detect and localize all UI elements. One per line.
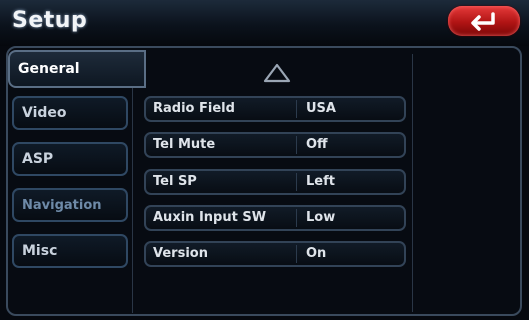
setting-label: Tel SP [153, 174, 197, 189]
tab-asp[interactable]: ASP [12, 142, 128, 176]
page-title: Setup [12, 8, 88, 33]
row-divider [296, 173, 297, 191]
row-divider [296, 136, 297, 154]
setting-value: USA [306, 101, 336, 116]
back-button[interactable] [448, 6, 520, 36]
row-divider [296, 209, 297, 227]
return-arrow-icon [471, 12, 495, 31]
tab-general[interactable]: General [8, 50, 146, 88]
row-divider [296, 100, 297, 118]
setting-row-radio-field[interactable]: Radio Field USA [144, 96, 406, 122]
title-bar: Setup [0, 0, 529, 46]
setting-row-auxin-input-sw[interactable]: Auxin Input SW Low [144, 205, 406, 231]
setting-value: Low [306, 210, 336, 225]
setting-row-version[interactable]: Version On [144, 241, 406, 267]
row-divider [296, 245, 297, 263]
setting-label: Version [153, 246, 208, 261]
tab-navigation[interactable]: Navigation [12, 188, 128, 222]
setting-value: On [306, 246, 327, 261]
tab-misc[interactable]: Misc [12, 234, 128, 268]
triangle-up-icon[interactable] [262, 62, 292, 84]
setting-value: Off [306, 137, 328, 152]
tab-video[interactable]: Video [12, 96, 128, 130]
setting-value: Left [306, 174, 335, 189]
setting-label: Auxin Input SW [153, 210, 267, 225]
setting-label: Tel Mute [153, 137, 216, 152]
setting-label: Radio Field [153, 101, 235, 116]
setting-row-tel-mute[interactable]: Tel Mute Off [144, 132, 406, 158]
right-empty-area [412, 54, 519, 312]
setting-row-tel-sp[interactable]: Tel SP Left [144, 169, 406, 195]
